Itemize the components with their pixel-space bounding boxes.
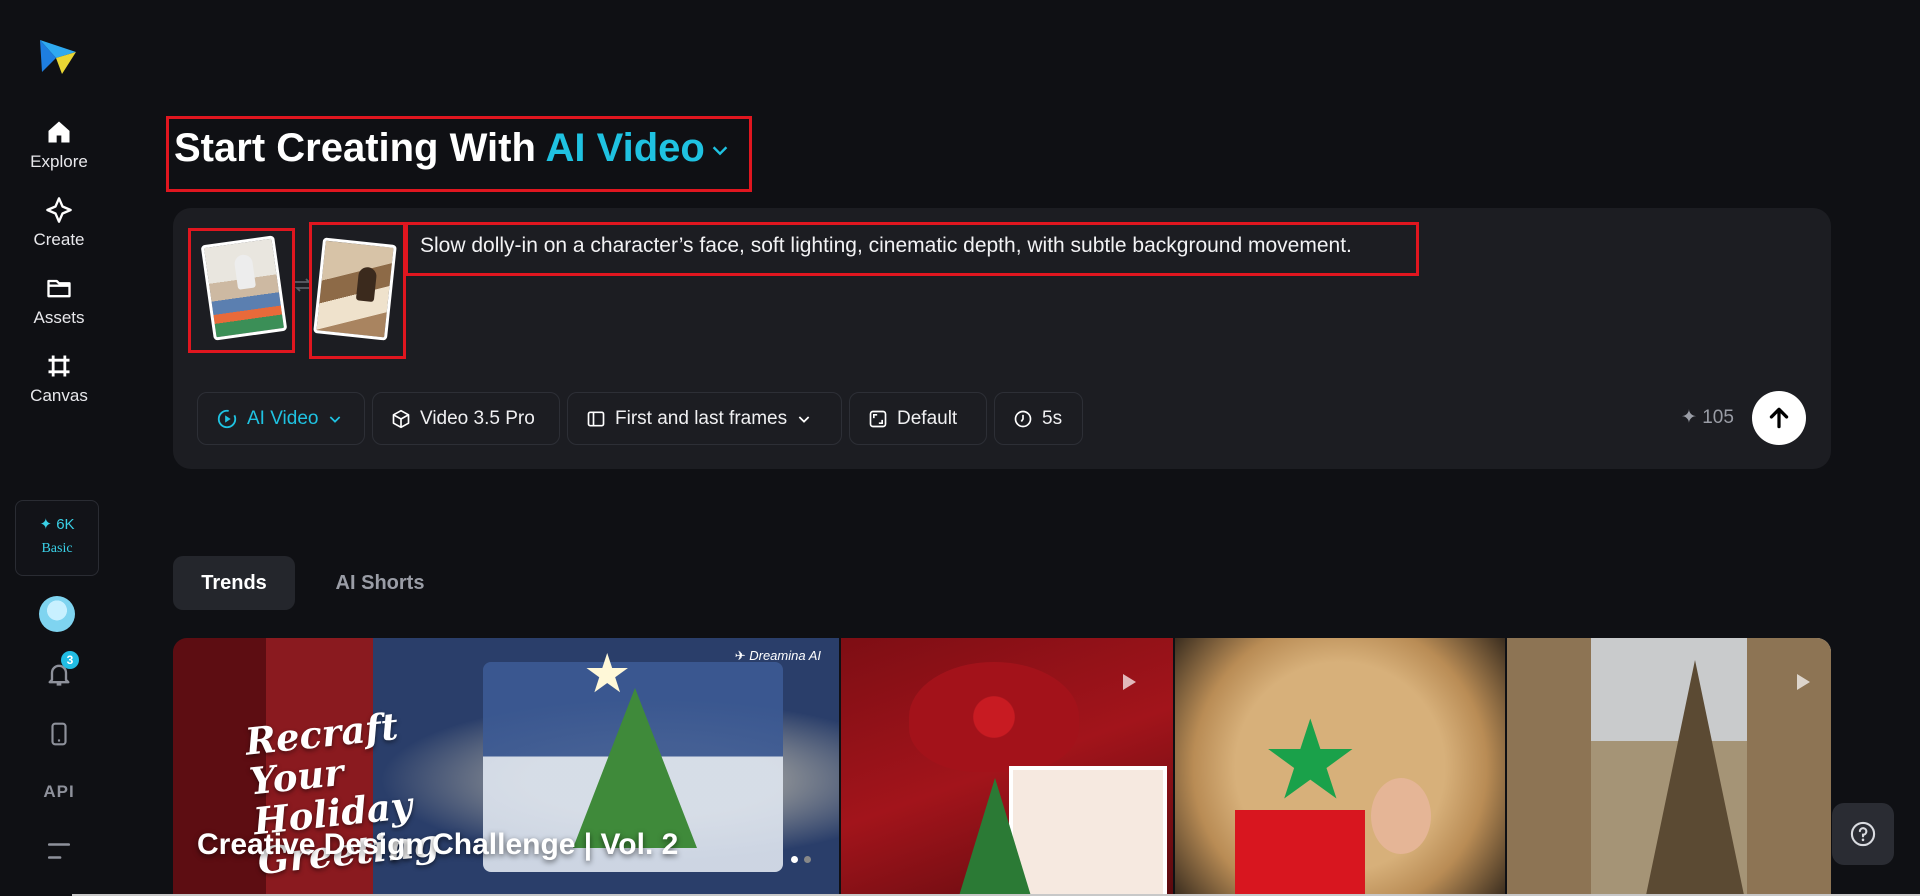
mobile-app-button[interactable] — [0, 720, 118, 748]
play-icon — [1123, 674, 1136, 690]
canvas-icon — [48, 355, 70, 377]
sidebar-item-label: Canvas — [30, 386, 88, 405]
sidebar: Explore Create Assets Canvas ✦ 6K Basic … — [0, 0, 118, 896]
menu-button[interactable] — [0, 840, 118, 862]
help-button[interactable] — [1832, 803, 1894, 865]
mode-dropdown[interactable]: AI Video — [546, 126, 731, 170]
model-select-label: Video 3.5 Pro — [420, 407, 535, 429]
sidebar-item-explore[interactable]: Explore — [0, 118, 118, 172]
sidebar-item-label: Assets — [33, 308, 85, 327]
card-artwork — [909, 662, 1079, 772]
api-link[interactable]: API — [0, 782, 118, 802]
star-icon: ★ — [583, 644, 632, 704]
title-prefix: Start Creating With — [174, 126, 536, 170]
app-logo-icon[interactable] — [36, 36, 80, 78]
sidebar-item-assets[interactable]: Assets — [0, 274, 118, 328]
sidebar-item-label: Explore — [30, 152, 88, 171]
card-artwork — [1009, 766, 1167, 896]
card-artwork — [1235, 810, 1365, 896]
sidebar-item-canvas[interactable]: Canvas — [0, 352, 118, 406]
play-icon — [1797, 674, 1810, 690]
tab-trends[interactable]: Trends — [173, 556, 295, 610]
mode-select-button[interactable]: AI Video — [197, 392, 365, 445]
prompt-input[interactable]: Slow dolly-in on a character’s face, sof… — [420, 234, 1352, 258]
duration-select-label: 5s — [1042, 407, 1063, 429]
api-label: API — [43, 782, 75, 801]
card-artwork — [1645, 660, 1745, 896]
sparkle-icon — [46, 197, 72, 223]
chevron-down-icon — [330, 415, 341, 423]
tab-ai-shorts[interactable]: AI Shorts — [320, 556, 440, 610]
gallery: ★ Recraft Your Holiday Greeting ✈ Dreami… — [173, 638, 1831, 896]
menu-icon — [47, 843, 71, 859]
chevron-down-icon — [798, 415, 810, 423]
video-mode-icon — [217, 409, 237, 428]
help-icon — [1850, 821, 1876, 847]
chevron-down-icon — [712, 146, 728, 156]
ratio-select-button[interactable]: Default — [849, 392, 987, 445]
gallery-card-paris[interactable] — [1507, 638, 1831, 896]
card-artwork — [959, 778, 1031, 896]
mode-select-label: AI Video — [247, 407, 319, 429]
phone-icon — [51, 722, 67, 746]
aspect-ratio-icon — [869, 410, 887, 427]
cube-icon — [392, 409, 410, 428]
featured-card[interactable]: ★ Recraft Your Holiday Greeting ✈ Dreami… — [173, 638, 839, 896]
frames-select-label: First and last frames — [615, 407, 788, 429]
sidebar-item-label: Create — [33, 230, 85, 249]
gallery-card-balloon[interactable]: ★ — [1175, 638, 1505, 896]
gallery-card-bow[interactable] — [841, 638, 1173, 896]
card-artwork — [1507, 638, 1591, 896]
folder-icon — [47, 279, 71, 298]
mode-label: AI Video — [545, 126, 705, 170]
card-artwork — [1371, 778, 1431, 854]
frames-icon — [587, 411, 605, 426]
credit-cost: ✦ 105 — [1681, 407, 1734, 428]
card-artwork — [573, 688, 697, 848]
duration-select-button[interactable]: 5s — [994, 392, 1083, 445]
credits-box[interactable]: ✦ 6K Basic — [15, 500, 99, 576]
notifications-button[interactable]: 3 — [0, 651, 118, 688]
featured-card-title: Creative Design Challenge | Vol. 2 — [197, 828, 679, 861]
home-icon — [48, 121, 70, 143]
ratio-select-label: Default — [897, 407, 958, 429]
avatar[interactable] — [39, 596, 75, 632]
first-frame-highlight — [188, 228, 295, 353]
sidebar-item-create[interactable]: Create — [0, 196, 118, 250]
credits-amount: ✦ 6K — [39, 516, 75, 533]
plan-label: Basic — [41, 541, 73, 556]
brand-watermark: ✈ Dreamina AI — [734, 648, 821, 663]
carousel-dots[interactable] — [791, 856, 811, 863]
carousel-dot[interactable] — [804, 856, 811, 863]
star-balloon-icon: ★ — [1261, 699, 1360, 822]
card-artwork — [1747, 638, 1831, 896]
arrow-up-icon — [1769, 407, 1789, 429]
carousel-dot[interactable] — [791, 856, 798, 863]
frames-select-button[interactable]: First and last frames — [567, 392, 842, 445]
notification-badge: 3 — [61, 651, 79, 669]
last-frame-highlight — [309, 222, 406, 359]
generate-button[interactable] — [1752, 391, 1806, 445]
clock-icon — [1014, 410, 1032, 427]
model-select-button[interactable]: Video 3.5 Pro — [372, 392, 560, 445]
page-title: Start Creating With AI Video — [174, 124, 731, 172]
